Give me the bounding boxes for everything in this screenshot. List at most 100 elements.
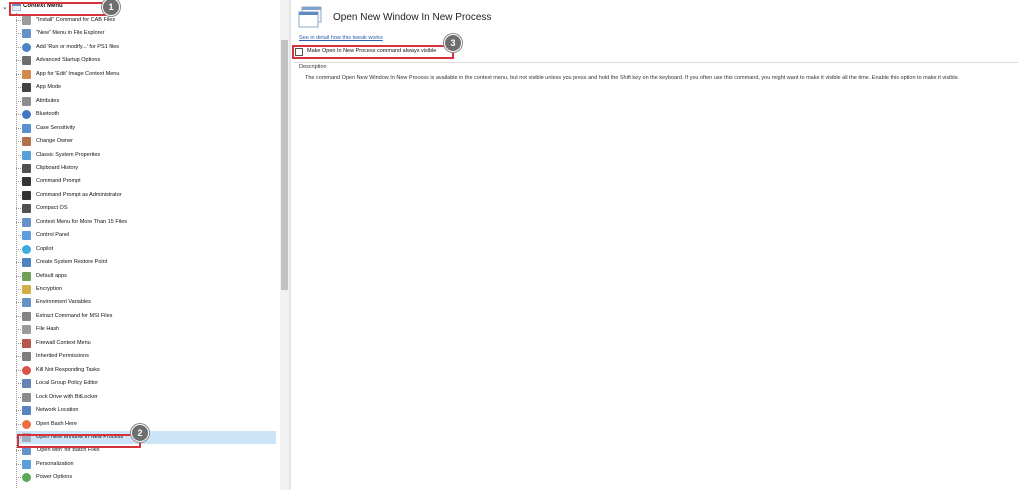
tree-connector <box>16 477 21 479</box>
admin-prompt-icon <box>22 190 31 200</box>
msi-file-icon <box>22 311 31 321</box>
tree-item-label: Clipboard History <box>36 164 79 171</box>
tree-item[interactable]: Advanced Startup Options <box>16 54 276 67</box>
see-detail-link[interactable]: See in detail how this tweak works <box>299 35 383 41</box>
lock-icon <box>22 285 31 294</box>
page-title: Open New Window In New Process <box>333 12 492 23</box>
default-apps-icon <box>22 271 31 281</box>
tree-item-label: Advanced Startup Options <box>36 57 101 64</box>
tree-item-label: Context Menu for More Than 15 Files <box>36 218 127 225</box>
tree-connector <box>16 20 21 21</box>
tree-item[interactable]: Personalization <box>16 458 276 471</box>
tree-item[interactable]: Classic System Properties <box>16 149 276 162</box>
tree-item[interactable]: Command Prompt as Administrator <box>16 189 276 202</box>
tree-item[interactable]: Command Prompt <box>16 175 276 188</box>
chevron-down-icon[interactable]: ⌄ <box>2 3 8 11</box>
tree-scrollbar[interactable] <box>280 0 289 490</box>
scrollbar-thumb[interactable] <box>281 40 288 290</box>
tree-connector <box>16 356 21 358</box>
tree-item[interactable]: Compact OS <box>16 202 276 215</box>
tree-item-label: Power Options <box>36 474 73 481</box>
tree-item[interactable]: App Mode <box>16 81 276 94</box>
paint-icon <box>22 69 31 79</box>
tree-item[interactable]: "New" Menu in File Explorer <box>16 27 276 40</box>
tree-connector <box>16 87 21 89</box>
tree-item-label: Compact OS <box>36 205 68 212</box>
tree-item[interactable]: Context Menu for More Than 15 Files <box>16 216 276 229</box>
tree-item-label: 'Open with' for Batch Files <box>36 447 100 454</box>
tree-connector <box>16 315 21 317</box>
tree-connector <box>16 329 21 331</box>
tree-item-label: Create System Restore Point <box>36 259 108 266</box>
tree-connector <box>16 73 21 75</box>
tree-item-label: Kill Not Responding Tasks <box>36 366 100 373</box>
cab-file-icon <box>22 16 31 25</box>
tree-item-label: Environment Variables <box>36 299 91 306</box>
tree-item-label: Open Bash Here <box>36 420 77 427</box>
tree-item[interactable]: Copilot <box>16 243 276 256</box>
app-mode-icon <box>22 83 31 93</box>
tree-connector <box>16 141 21 143</box>
tree-connector <box>16 369 21 371</box>
owner-icon <box>22 137 31 147</box>
bluetooth-icon <box>22 110 31 120</box>
tree-connector <box>16 60 21 62</box>
group-policy-icon <box>22 379 31 389</box>
tree-connector <box>16 194 21 196</box>
tree-item[interactable]: Control Panel <box>16 229 276 242</box>
system-properties-icon <box>22 150 31 160</box>
new-menu-icon <box>22 29 31 39</box>
tree-item-label: Inherited Permissions <box>36 353 89 360</box>
personalization-icon <box>22 459 31 469</box>
tree-connector <box>16 221 21 223</box>
tree-item[interactable]: Change Owner <box>16 135 276 148</box>
tree-connector <box>16 114 21 116</box>
tree-item[interactable]: Inherited Permissions <box>16 350 276 363</box>
tree-item[interactable]: Create System Restore Point <box>16 256 276 269</box>
kill-task-icon <box>22 365 31 375</box>
tree-item[interactable]: Extract Command for MSI Files <box>16 310 276 323</box>
environment-icon <box>22 298 31 308</box>
tree-item[interactable]: Kill Not Responding Tasks <box>16 364 276 377</box>
tree-connector <box>16 396 21 398</box>
tree-item[interactable]: Lock Drive with BitLocker <box>16 391 276 404</box>
tweak-tree[interactable]: ⌄ Context Menu "Install" Command for CAB… <box>0 0 280 490</box>
attributes-icon <box>22 96 31 106</box>
tree-item[interactable]: Add 'Run or modify...' for PS1 files <box>16 41 276 54</box>
compact-os-icon <box>22 204 31 214</box>
tree-connector <box>16 33 21 35</box>
tree-item-label: Encryption <box>36 286 62 292</box>
tree-connector <box>16 167 21 169</box>
tree-item[interactable]: Attributes <box>16 95 276 108</box>
tree-item[interactable]: Default apps <box>16 270 276 283</box>
tree-connector <box>16 127 21 129</box>
tree-item-label: App for 'Edit' Image Context Menu <box>36 70 120 77</box>
tree-connector <box>16 302 21 304</box>
tree-item[interactable]: File Hash <box>16 323 276 336</box>
tree-item[interactable]: Bluetooth <box>16 108 276 121</box>
tree-item[interactable]: App for 'Edit' Image Context Menu <box>16 68 276 81</box>
tree-connector <box>16 208 21 210</box>
tree-item-label: Personalization <box>36 460 74 467</box>
tree-item-label: Command Prompt <box>36 178 81 185</box>
tree-item[interactable]: Firewall Context Menu <box>16 337 276 350</box>
ubuntu-icon <box>22 419 31 429</box>
tree-item[interactable]: Clipboard History <box>16 162 276 175</box>
tree-connector <box>16 450 21 452</box>
highlight-box-selected-item <box>17 434 141 448</box>
tree-connector <box>16 289 21 290</box>
tree-item[interactable]: Encryption <box>16 283 276 296</box>
tree-item[interactable]: Case Sensitivity <box>16 122 276 135</box>
powershell-icon <box>22 42 31 52</box>
tree-item-label: Copilot <box>36 245 54 252</box>
tree-item[interactable]: Local Group Policy Editor <box>16 377 276 390</box>
command-prompt-icon <box>22 177 31 187</box>
tree-item-label: Lock Drive with BitLocker <box>36 393 98 400</box>
tree-item[interactable]: Network Location <box>16 404 276 417</box>
tree-item[interactable]: Environment Variables <box>16 296 276 309</box>
tree-connector <box>16 235 21 237</box>
tree-item-label: Case Sensitivity <box>36 124 76 131</box>
tree-item[interactable]: Power Options <box>16 471 276 484</box>
tree-connector <box>16 248 21 250</box>
highlight-box-checkbox <box>292 45 454 59</box>
